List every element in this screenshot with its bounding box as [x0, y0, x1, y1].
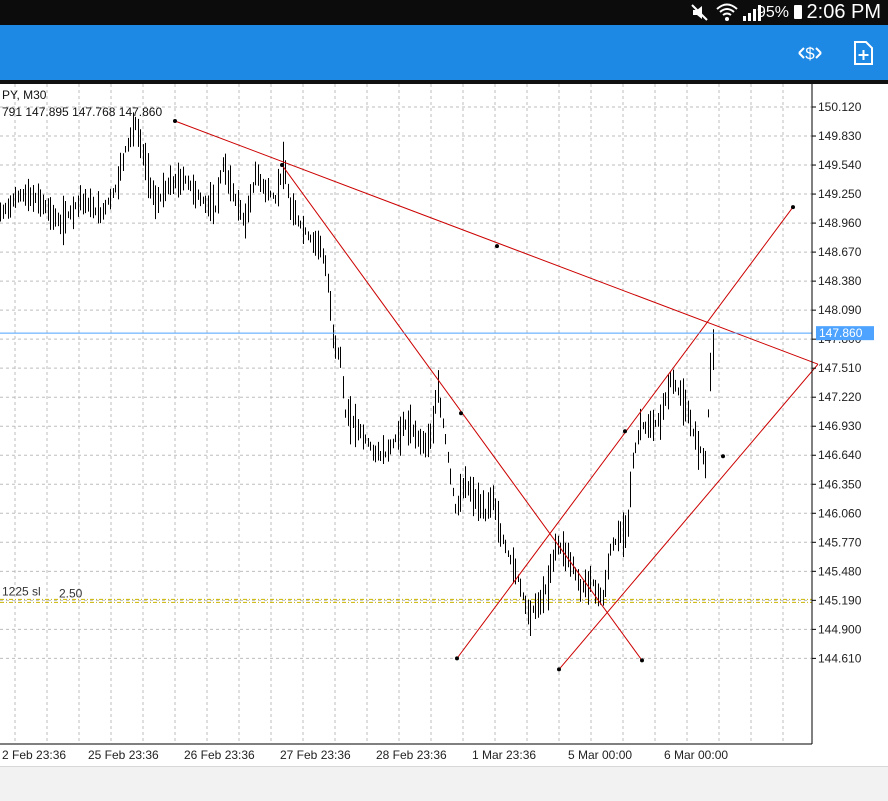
trendline-0-handle-0: [173, 119, 177, 124]
price-tick-label-12: 146.640: [818, 448, 862, 462]
price-tick-label-3: 149.250: [818, 187, 862, 201]
price-tick-label-18: 144.900: [818, 622, 862, 636]
ohlc-label: 791 147.895 147.768 147.860: [2, 105, 162, 119]
price-tick-label-19: 144.610: [818, 651, 862, 665]
trendline-1-handle-0: [280, 163, 284, 168]
trade-dollar-icon[interactable]: $: [796, 39, 824, 67]
trendline-0-handle-1: [495, 244, 499, 249]
trendline-3-handle-1: [721, 454, 725, 459]
time-tick-label-1: 25 Feb 23:36: [88, 748, 159, 762]
price-tick-label-2: 149.540: [818, 158, 862, 172]
price-chart[interactable]: 1225 sl 2.50 150.120 149.830 149.540 149.25…: [0, 84, 888, 766]
trendline-3-handle-0: [557, 667, 561, 672]
price-tick-label-16: 145.480: [818, 564, 862, 578]
order-label: 1225 sl: [2, 584, 41, 598]
clock: 2:06 PM: [806, 1, 881, 23]
price-tick-label-17: 145.190: [818, 593, 862, 607]
bottom-strip: [0, 766, 888, 801]
price-tick-label-4: 148.960: [818, 216, 862, 230]
order-size: 2.50: [59, 586, 83, 600]
time-tick-label-7: 6 Mar 00:00: [664, 748, 728, 762]
time-tick-label-2: 26 Feb 23:36: [184, 748, 255, 762]
price-tick-label-1: 149.830: [818, 129, 862, 143]
price-tick-label-5: 148.670: [818, 245, 862, 259]
price-axis: 150.120 149.830 149.540 149.250 148.960 148.6…: [812, 100, 862, 665]
battery-percentage: 95%: [756, 4, 789, 21]
battery-icon: [794, 5, 802, 19]
price-tick-label-13: 146.350: [818, 477, 862, 491]
mute-icon: [691, 4, 708, 21]
time-tick-label-5: 1 Mar 23:36: [472, 748, 536, 762]
price-tick-label-11: 146.930: [818, 419, 862, 433]
time-tick-label-0: 2 Feb 23:36: [2, 748, 66, 762]
app-toolbar: $: [0, 25, 888, 80]
price-tick-label-0: 150.120: [818, 100, 862, 114]
price-tick-label-10: 147.220: [818, 390, 862, 404]
wifi-icon: [716, 3, 738, 21]
price-tick-label-15: 145.770: [818, 535, 862, 549]
time-tick-label-6: 5 Mar 00:00: [568, 748, 632, 762]
trendline-2-handle-2: [791, 205, 795, 210]
time-tick-label-4: 28 Feb 23:36: [376, 748, 447, 762]
trendline-2-handle-1: [623, 429, 627, 434]
order-line[interactable]: 1225 sl 2.50: [0, 584, 812, 603]
price-tick-label-14: 146.060: [818, 506, 862, 520]
price-tick-label-6: 148.380: [818, 274, 862, 288]
time-tick-label-3: 27 Feb 23:36: [280, 748, 351, 762]
trendline-2-handle-0: [455, 656, 459, 661]
price-tick-label-7: 148.090: [818, 303, 862, 317]
current-price-label: 147.860: [819, 326, 863, 340]
status-bar: 95% 2:06 PM: [0, 0, 888, 25]
price-tick-label-9: 147.510: [818, 361, 862, 375]
trendline-1-handle-1: [459, 411, 463, 416]
time-axis: 2 Feb 23:36 25 Feb 23:36 26 Feb 23:36 27 Fe…: [2, 748, 728, 762]
trendline-1-handle-2: [640, 658, 644, 663]
symbol-label: PY, M30: [2, 88, 47, 102]
current-price-tag: 147.860: [816, 326, 874, 341]
svg-text:$: $: [805, 44, 815, 63]
new-document-icon[interactable]: [849, 39, 877, 67]
price-bars: [0, 112, 714, 637]
